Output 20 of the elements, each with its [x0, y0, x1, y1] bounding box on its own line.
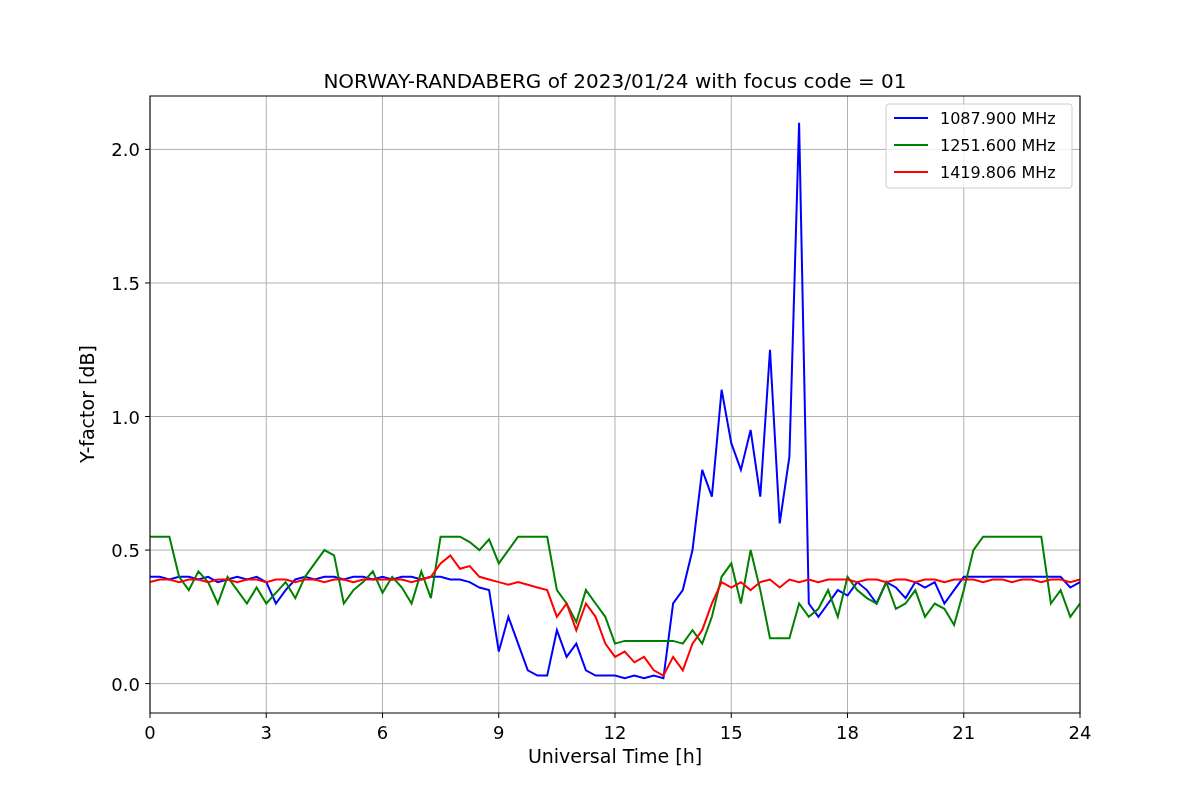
y-tick-label: 0.0: [111, 673, 140, 695]
y-axis-label: Y-factor [dB]: [76, 345, 98, 463]
x-axis-label: Universal Time [h]: [527, 745, 703, 767]
x-tick-label: 9: [493, 722, 505, 743]
legend-label: 1419.806 MHz: [940, 163, 1056, 182]
legend-label: 1087.900 MHz: [940, 109, 1056, 128]
x-tick-label: 24: [1068, 722, 1092, 743]
x-tick-label: 21: [952, 722, 976, 743]
y-tick-label: 0.5: [111, 540, 140, 562]
y-tick-label: 1.5: [111, 272, 140, 294]
legend-label: 1251.600 MHz: [940, 136, 1056, 155]
x-tick-label: 15: [719, 722, 743, 743]
x-tick-label: 12: [603, 722, 627, 743]
x-tick-label: 3: [260, 722, 272, 743]
x-tick-label: 0: [144, 722, 156, 743]
chart-title: NORWAY-RANDABERG of 2023/01/24 with focus code = 01: [323, 69, 907, 93]
y-tick-label: 2.0: [111, 139, 140, 161]
x-tick-label: 18: [836, 722, 859, 743]
x-tick-label: 6: [376, 722, 389, 743]
y-tick-label: 1.0: [111, 406, 140, 428]
